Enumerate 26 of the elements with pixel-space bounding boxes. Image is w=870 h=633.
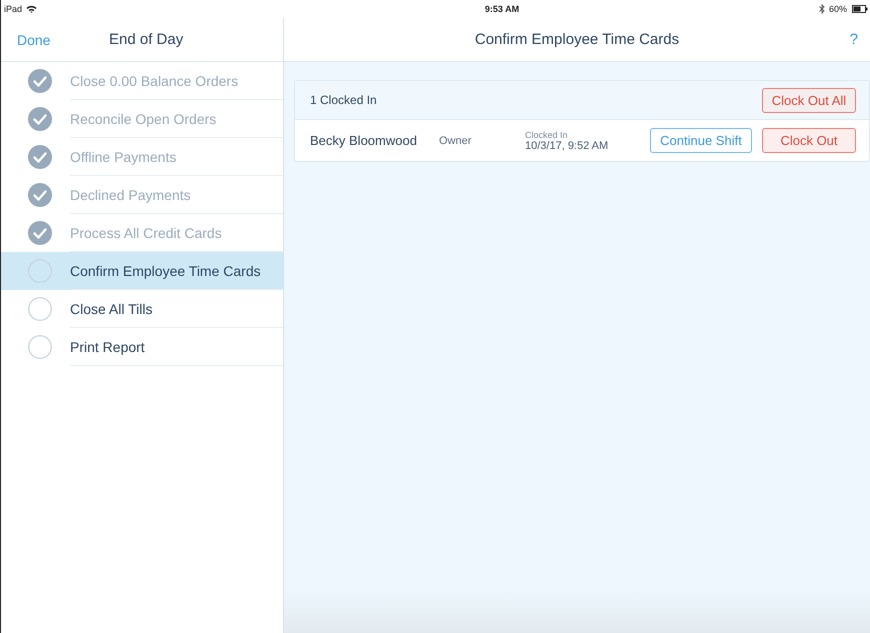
continue-shift-button[interactable]: Continue Shift bbox=[650, 128, 752, 153]
page-title: Confirm Employee Time Cards bbox=[474, 31, 680, 48]
step-item[interactable]: Close All Tills bbox=[1, 290, 283, 328]
done-button[interactable]: Done bbox=[1, 32, 50, 48]
employee-role: Owner bbox=[439, 134, 472, 146]
step-item[interactable]: Reconcile Open Orders bbox=[1, 100, 283, 138]
step-item[interactable]: Declined Payments bbox=[1, 176, 283, 214]
status-time: 9:53 AM bbox=[484, 4, 520, 14]
employee-name: Becky Bloomwood bbox=[310, 133, 418, 148]
step-item[interactable]: Process All Credit Cards bbox=[1, 214, 283, 252]
wifi-icon bbox=[26, 5, 38, 13]
device-name: iPad bbox=[4, 4, 22, 14]
clocked-in-label: Clocked In bbox=[525, 130, 569, 140]
bluetooth-icon bbox=[818, 4, 825, 14]
battery-icon bbox=[852, 5, 868, 13]
clock-out-all-button[interactable]: Clock Out All bbox=[762, 88, 856, 112]
step-item[interactable]: Close 0.00 Balance Orders bbox=[1, 62, 283, 100]
battery-percent: 60% bbox=[828, 4, 847, 14]
help-button[interactable]: ? bbox=[844, 30, 864, 49]
clocked-in-count: 1 Clocked In bbox=[310, 93, 378, 107]
sidebar-title: End of Day bbox=[109, 31, 184, 48]
clocked-in-time: 10/3/17, 9:52 AM bbox=[525, 140, 610, 152]
step-item[interactable]: Print Report bbox=[1, 328, 283, 366]
clock-out-button[interactable]: Clock Out bbox=[762, 128, 856, 153]
step-item[interactable]: Offline Payments bbox=[1, 138, 283, 176]
step-item[interactable]: Confirm Employee Time Cards bbox=[1, 252, 283, 290]
